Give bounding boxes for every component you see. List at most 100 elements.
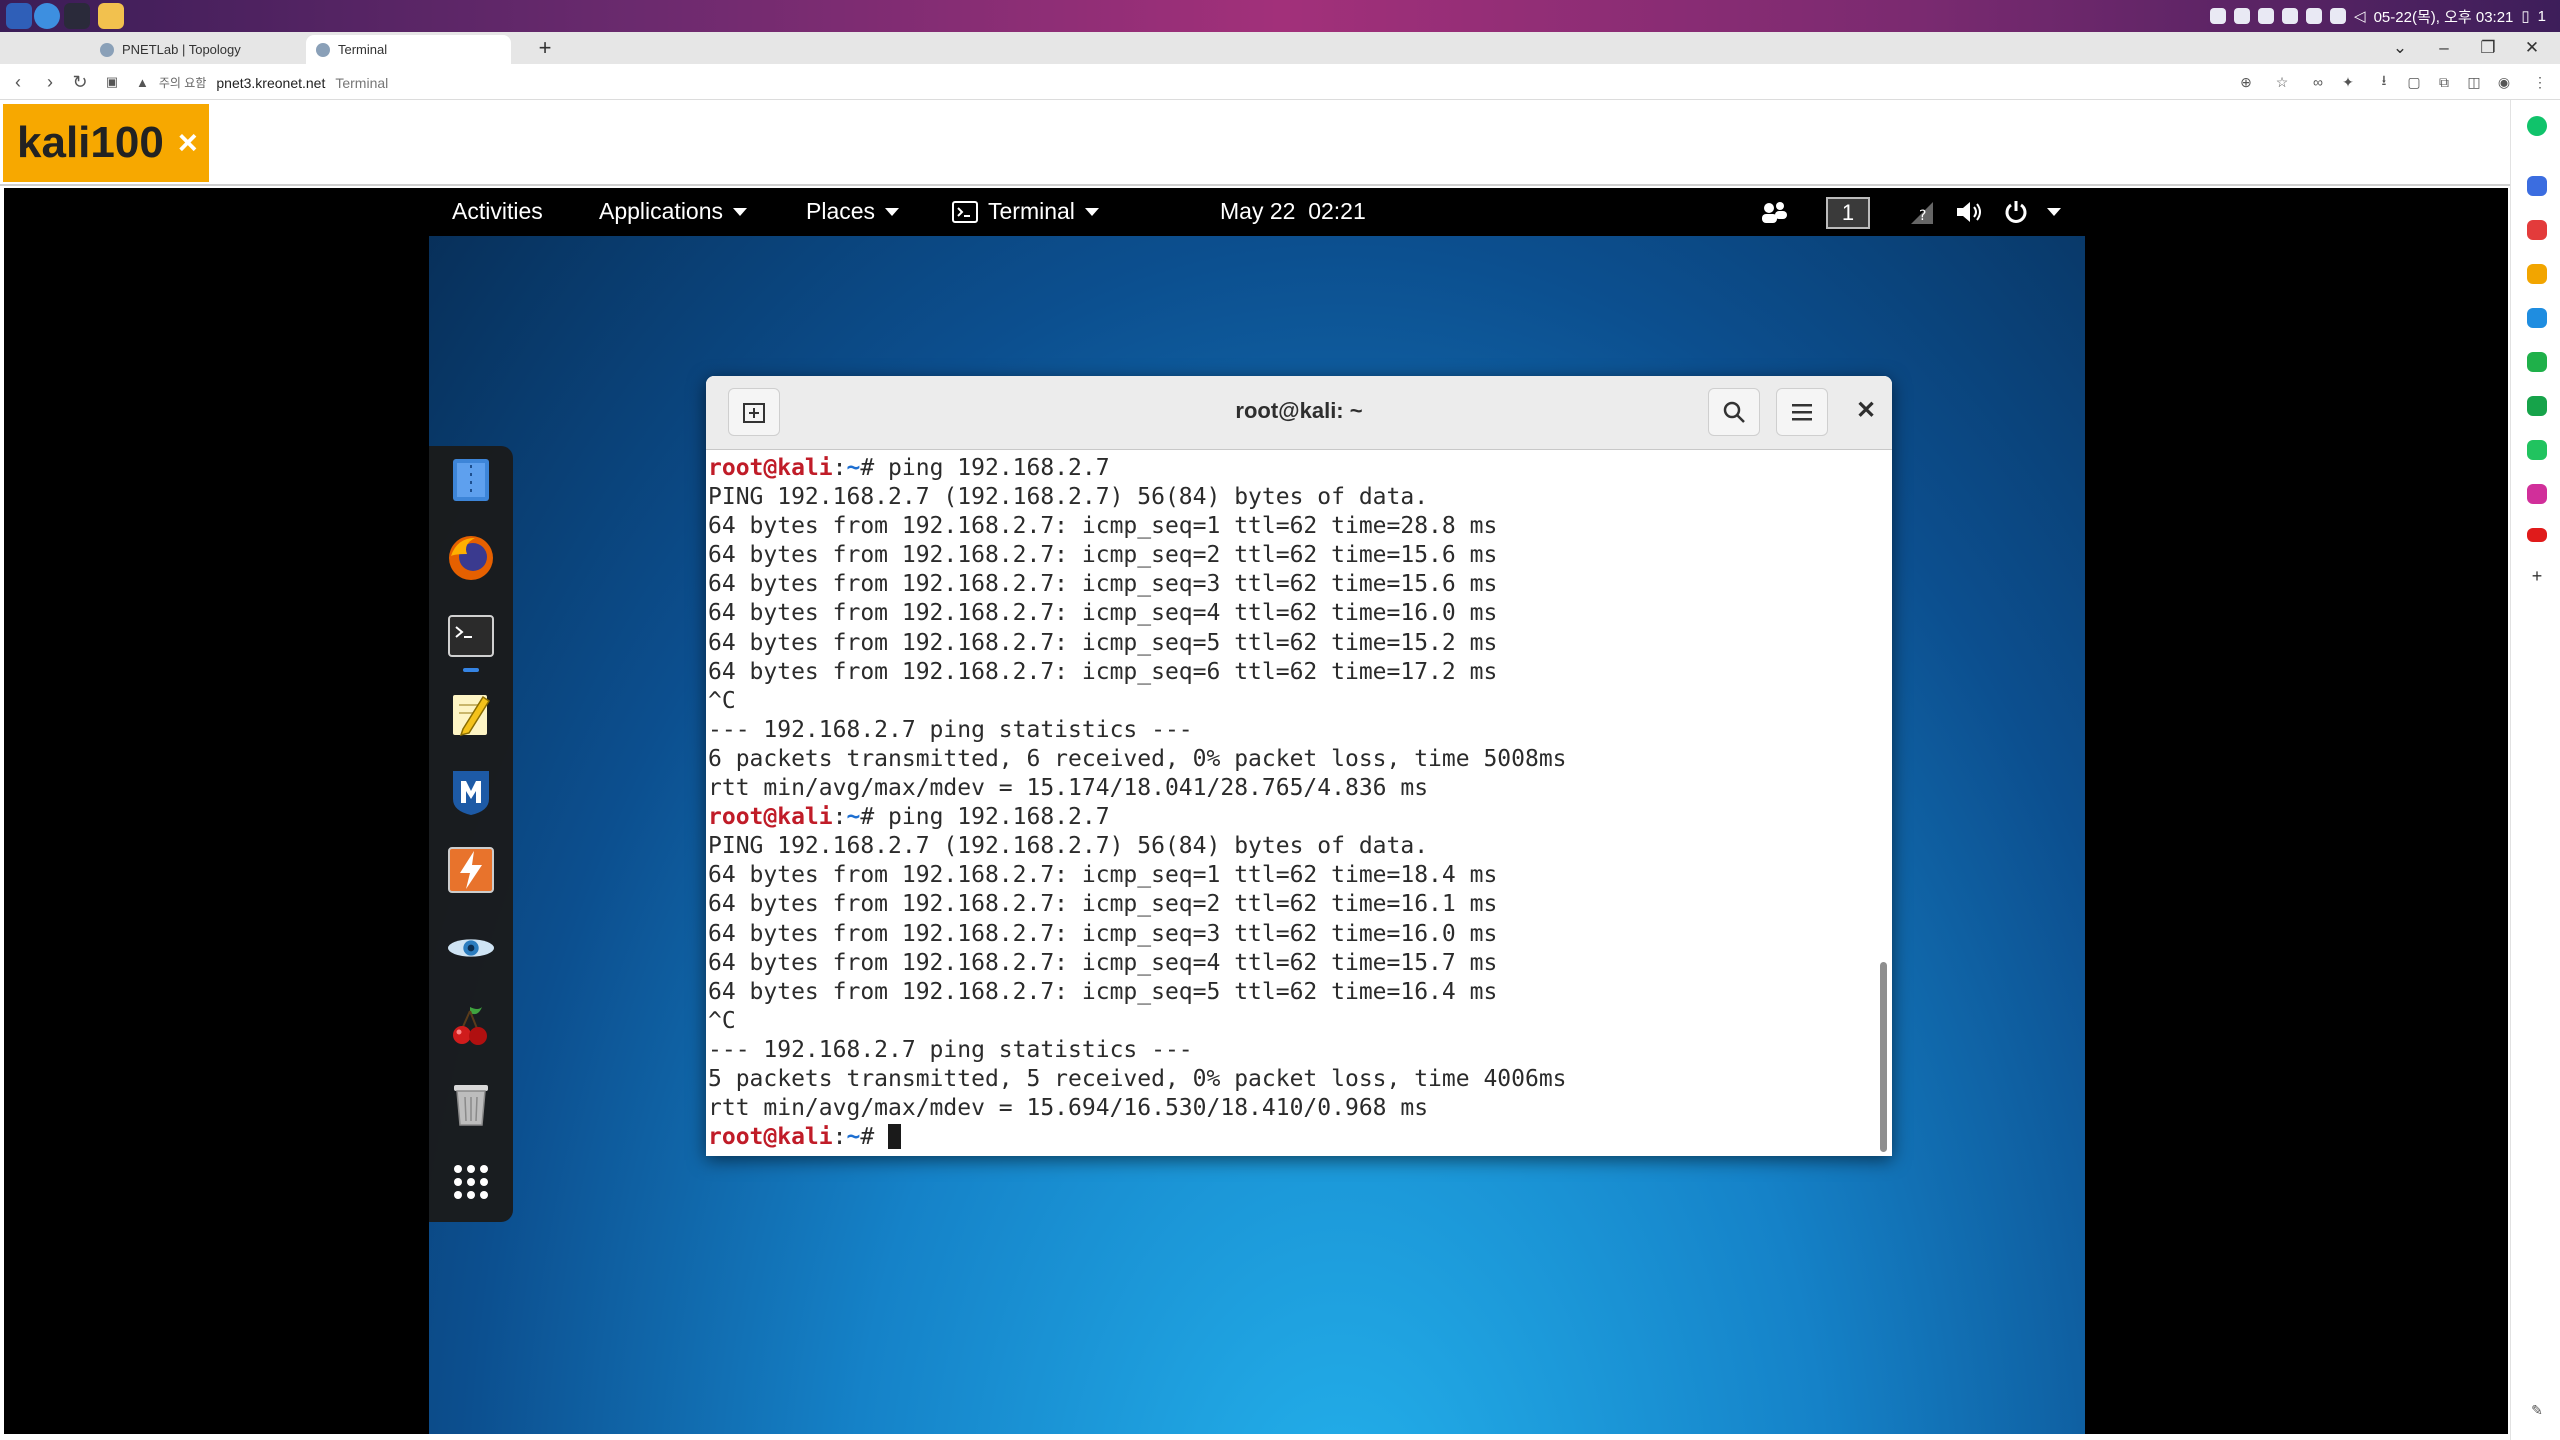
restore-button[interactable]: ❐: [2468, 34, 2508, 62]
terminal-output-line: ^C: [708, 687, 1892, 716]
terminal-prompt-line: root@kali:~# ping 192.168.2.7: [708, 803, 1892, 832]
sidebar-app-icon[interactable]: [2527, 440, 2547, 460]
bookmark-star-icon[interactable]: ☆: [2272, 72, 2292, 92]
zoom-icon[interactable]: ⊕: [2236, 72, 2256, 92]
terminal-output[interactable]: root@kali:~# ping 192.168.2.7 PING 192.16…: [706, 450, 1892, 1156]
minimize-button[interactable]: –: [2424, 34, 2464, 62]
sidebar-app-icon[interactable]: [2527, 352, 2547, 372]
cherrytree-icon[interactable]: [447, 1002, 495, 1050]
prompt-path: ~: [846, 804, 861, 831]
prompt-path: ~: [846, 1124, 861, 1151]
browser-launcher-icon[interactable]: [34, 3, 60, 29]
terminal-output-line: --- 192.168.2.7 ping statistics ---: [708, 716, 1892, 745]
extensions-puzzle-icon[interactable]: ✦: [2338, 72, 2358, 92]
applications-menu[interactable]: Applications: [599, 198, 748, 225]
tab-pnetlab-topology[interactable]: PNETLab | Topology: [90, 35, 295, 64]
sidebar-app-icon[interactable]: [2527, 220, 2547, 240]
tray-app-icon[interactable]: [2234, 8, 2251, 24]
activities-button[interactable]: Activities: [452, 198, 543, 225]
files-launcher-icon[interactable]: [98, 3, 124, 29]
console-tab-name[interactable]: kali100: [17, 118, 164, 168]
maltego-icon[interactable]: [447, 924, 495, 972]
terminal-titlebar[interactable]: root@kali: ~ ✕: [706, 376, 1892, 450]
reload-button[interactable]: ↻: [66, 68, 94, 96]
sidebar-app-icon[interactable]: [2527, 396, 2547, 416]
url-text[interactable]: pnet3.kreonet.net: [216, 75, 325, 91]
terminal-prompt-line: root@kali:~# ping 192.168.2.7: [708, 454, 1892, 483]
forward-button[interactable]: ›: [36, 68, 64, 96]
output-text: ^C: [708, 1007, 736, 1034]
close-icon[interactable]: ✕: [1856, 396, 1876, 425]
address-bar[interactable]: ▲ 주의 요함 pnet3.kreonet.net Terminal: [136, 70, 2156, 95]
tab-search-icon[interactable]: ⌄: [2380, 34, 2420, 62]
back-button[interactable]: ‹: [4, 68, 32, 96]
places-menu[interactable]: Places: [806, 198, 900, 225]
terminal-output-line: 6 packets transmitted, 6 received, 0% pa…: [708, 745, 1892, 774]
scrollbar-thumb[interactable]: [1880, 962, 1887, 1152]
sidebar-pin-icon[interactable]: ✎: [2527, 1402, 2547, 1422]
sidebar-app-icon[interactable]: [2527, 308, 2547, 328]
profile-icon[interactable]: ◉: [2494, 72, 2514, 92]
terminal-scrollbar[interactable]: [1876, 452, 1890, 1152]
os-menu-icon[interactable]: [6, 3, 32, 29]
close-window-button[interactable]: ✕: [2512, 34, 2552, 62]
sidebar-app-icon[interactable]: [2527, 176, 2547, 196]
console-tab[interactable]: kali100 ×: [3, 104, 209, 182]
network-icon[interactable]: ?: [1909, 200, 1937, 226]
tab-favicon-icon: [316, 42, 330, 57]
os-clock[interactable]: 05-22(목), 오후 03:21: [2374, 6, 2514, 27]
output-text: PING 192.168.2.7 (192.168.2.7) 56(84) by…: [708, 484, 1429, 511]
tab-terminal[interactable]: Terminal: [306, 35, 511, 64]
warning-icon[interactable]: ▲: [136, 75, 149, 90]
workspace-indicator[interactable]: 1: [1826, 197, 1870, 229]
sidebar-app-icon[interactable]: [2527, 484, 2547, 504]
new-tab-button[interactable]: +: [532, 35, 558, 61]
extension-icon[interactable]: ∞: [2308, 72, 2328, 92]
notification-icon[interactable]: ▯: [2521, 7, 2529, 25]
files-icon[interactable]: [447, 456, 495, 504]
capture-icon[interactable]: ▢: [2404, 72, 2424, 92]
tray-app-icon[interactable]: [2306, 8, 2323, 24]
terminal-launcher-icon[interactable]: [64, 3, 90, 29]
terminal-output-line: 64 bytes from 192.168.2.7: icmp_seq=5 tt…: [708, 629, 1892, 658]
vnc-viewport[interactable]: Activities Applications Places Terminal …: [4, 188, 2508, 1434]
reader-icon[interactable]: ▣: [98, 68, 126, 96]
chevron-down-icon: [1084, 207, 1099, 216]
terminal-app-menu[interactable]: Terminal: [952, 198, 1099, 225]
sidebar-app-icon[interactable]: [2527, 264, 2547, 284]
text-editor-icon[interactable]: [447, 690, 495, 738]
volume-icon[interactable]: ◁: [2354, 7, 2366, 25]
tray-app-icon[interactable]: [2210, 8, 2227, 24]
screenshot-icon[interactable]: ⧉: [2434, 72, 2454, 92]
network-icon[interactable]: [2330, 8, 2347, 24]
gnome-dock: [429, 446, 513, 1222]
output-text: rtt min/avg/max/mdev = 15.694/16.530/18.…: [708, 1095, 1429, 1122]
volume-icon[interactable]: [1955, 200, 1985, 224]
users-icon[interactable]: [1759, 200, 1789, 224]
tray-app-icon[interactable]: [2282, 8, 2299, 24]
gnome-clock[interactable]: May 22 02:21: [1220, 198, 1366, 225]
hamburger-menu-button[interactable]: [1776, 388, 1828, 436]
terminal-icon[interactable]: [447, 612, 495, 660]
browser-toolbar: ‹ › ↻ ▣ ▲ 주의 요함 pnet3.kreonet.net Termin…: [0, 64, 2560, 100]
download-icon[interactable]: ⭳: [2374, 72, 2394, 92]
burpsuite-icon[interactable]: [447, 846, 495, 894]
sidebar-app-icon[interactable]: [2527, 528, 2547, 542]
split-view-icon[interactable]: ◫: [2464, 72, 2484, 92]
menu-kebab-icon[interactable]: ⋮: [2530, 72, 2550, 92]
sidebar-add-icon[interactable]: +: [2527, 566, 2547, 586]
tray-app-icon[interactable]: [2258, 8, 2275, 24]
search-button[interactable]: [1708, 388, 1760, 436]
terminal-window[interactable]: root@kali: ~ ✕ root@kali:~# ping 192.168…: [706, 376, 1892, 1156]
show-applications-icon[interactable]: [447, 1158, 495, 1206]
power-menu[interactable]: [2003, 199, 2061, 225]
sidebar-app-icon[interactable]: [2527, 116, 2547, 136]
terminal-output-line: rtt min/avg/max/mdev = 15.694/16.530/18.…: [708, 1094, 1892, 1123]
security-warning[interactable]: 주의 요함: [159, 74, 207, 91]
console-tab-close-icon[interactable]: ×: [178, 124, 198, 163]
tab-label: Terminal: [338, 42, 388, 57]
kali-desktop[interactable]: Activities Applications Places Terminal …: [429, 188, 2085, 1434]
trash-icon[interactable]: [447, 1080, 495, 1128]
metasploit-icon[interactable]: [447, 768, 495, 816]
firefox-icon[interactable]: [447, 534, 495, 582]
